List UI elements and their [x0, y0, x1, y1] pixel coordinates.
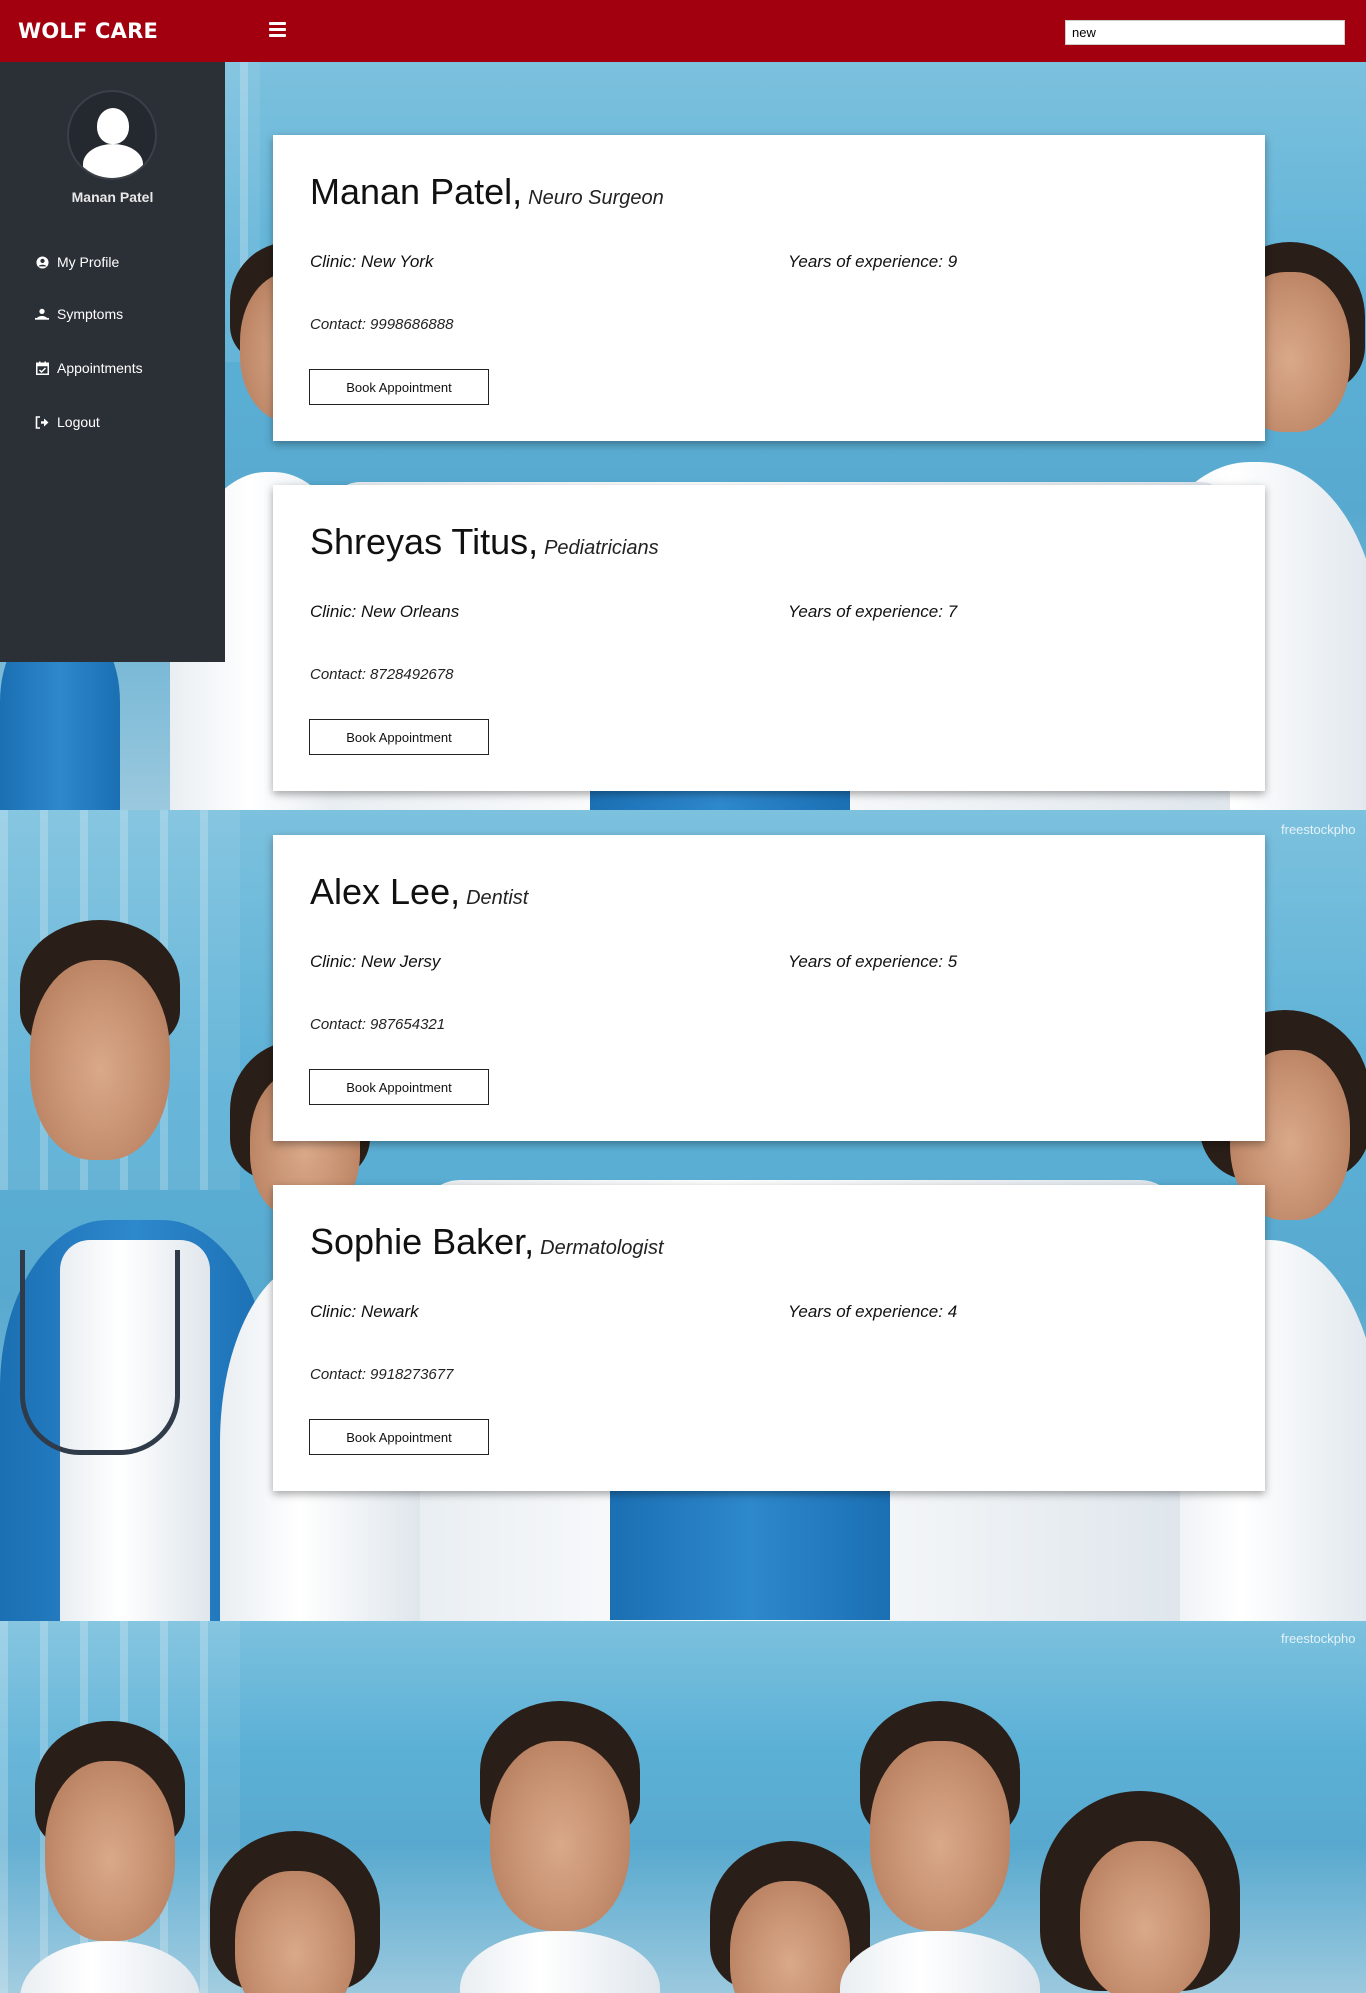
sidebar-item-label: Appointments — [57, 360, 143, 376]
background-person — [460, 1701, 660, 1993]
user-md-icon — [35, 307, 49, 321]
book-appointment-button[interactable]: Book Appointment — [309, 1419, 489, 1455]
sidebar-username: Manan Patel — [71, 189, 154, 205]
doctor-experience: Years of experience: 9 — [788, 252, 958, 271]
sidebar-item-logout[interactable]: Logout — [0, 395, 225, 449]
brand-logo[interactable]: WOLF CARE — [18, 19, 158, 43]
doctor-contact: Contact: 9918273677 — [310, 1366, 454, 1383]
calendar-check-icon — [35, 361, 49, 375]
sidebar-item-my-profile[interactable]: My Profile — [0, 237, 225, 287]
doctor-clinic: Clinic: New Orleans — [310, 602, 460, 621]
book-appointment-button[interactable]: Book Appointment — [309, 1069, 489, 1105]
doctor-card: Sophie Baker, Dermatologist Clinic: Newar… — [273, 1185, 1265, 1491]
doctor-name: Alex Lee, — [310, 871, 461, 912]
doctor-heading: Shreyas Titus, Pediatricians — [310, 521, 659, 563]
doctor-card: Alex Lee, Dentist Clinic: New Jersy Years… — [273, 835, 1265, 1141]
doctor-card: Shreyas Titus, Pediatricians Clinic: New … — [273, 485, 1265, 791]
book-appointment-button[interactable]: Book Appointment — [309, 719, 489, 755]
doctor-experience: Years of experience: 5 — [788, 952, 958, 971]
sidebar-item-label: My Profile — [57, 254, 120, 270]
doctor-specialty: Dentist — [466, 887, 529, 909]
doctor-card: Manan Patel, Neuro Surgeon Clinic: New Yo… — [273, 135, 1265, 441]
doctor-contact: Contact: 8728492678 — [310, 666, 454, 683]
background-photo: freestockpho — [0, 1621, 1366, 1993]
doctor-contact: Contact: 987654321 — [310, 1016, 446, 1033]
doctor-clinic: Clinic: New Jersy — [310, 952, 441, 971]
doctor-clinic: Clinic: New York — [310, 252, 434, 271]
doctor-experience: Years of experience: 7 — [788, 602, 958, 621]
doctor-heading: Manan Patel, Neuro Surgeon — [310, 171, 664, 213]
search-input[interactable] — [1065, 20, 1345, 45]
hamburger-menu-icon[interactable] — [269, 22, 286, 39]
sidebar-item-label: Logout — [57, 414, 100, 430]
doctor-specialty: Dermatologist — [540, 1237, 664, 1259]
doctor-clinic: Clinic: Newark — [310, 1302, 419, 1321]
user-circle-icon — [35, 255, 49, 269]
doctor-name: Sophie Baker, — [310, 1221, 535, 1262]
doctor-name: Manan Patel, — [310, 171, 523, 212]
sidebar-item-label: Symptoms — [57, 306, 124, 322]
doctor-contact: Contact: 9998686888 — [310, 316, 454, 333]
book-appointment-button[interactable]: Book Appointment — [309, 369, 489, 405]
watermark: freestockpho — [1281, 822, 1356, 837]
background-person — [1040, 1791, 1260, 1993]
top-navbar: WOLF CARE — [0, 0, 1366, 62]
sidebar: Manan Patel My Profile Symptoms Appointm… — [0, 62, 225, 662]
doctor-name: Shreyas Titus, — [310, 521, 539, 562]
background-person — [840, 1701, 1040, 1993]
doctor-experience: Years of experience: 4 — [788, 1302, 958, 1321]
sign-out-icon — [35, 415, 49, 429]
doctor-specialty: Neuro Surgeon — [528, 187, 664, 209]
sidebar-nav: My Profile Symptoms Appointments Logout — [0, 237, 225, 449]
doctor-heading: Alex Lee, Dentist — [310, 871, 528, 913]
sidebar-item-appointments[interactable]: Appointments — [0, 341, 225, 395]
user-avatar-icon — [67, 90, 157, 180]
doctor-heading: Sophie Baker, Dermatologist — [310, 1221, 664, 1263]
background-person — [210, 1831, 390, 1993]
sidebar-item-symptoms[interactable]: Symptoms — [0, 287, 225, 341]
watermark: freestockpho — [1281, 1631, 1356, 1646]
background-person — [20, 1721, 200, 1993]
doctor-specialty: Pediatricians — [544, 537, 659, 559]
